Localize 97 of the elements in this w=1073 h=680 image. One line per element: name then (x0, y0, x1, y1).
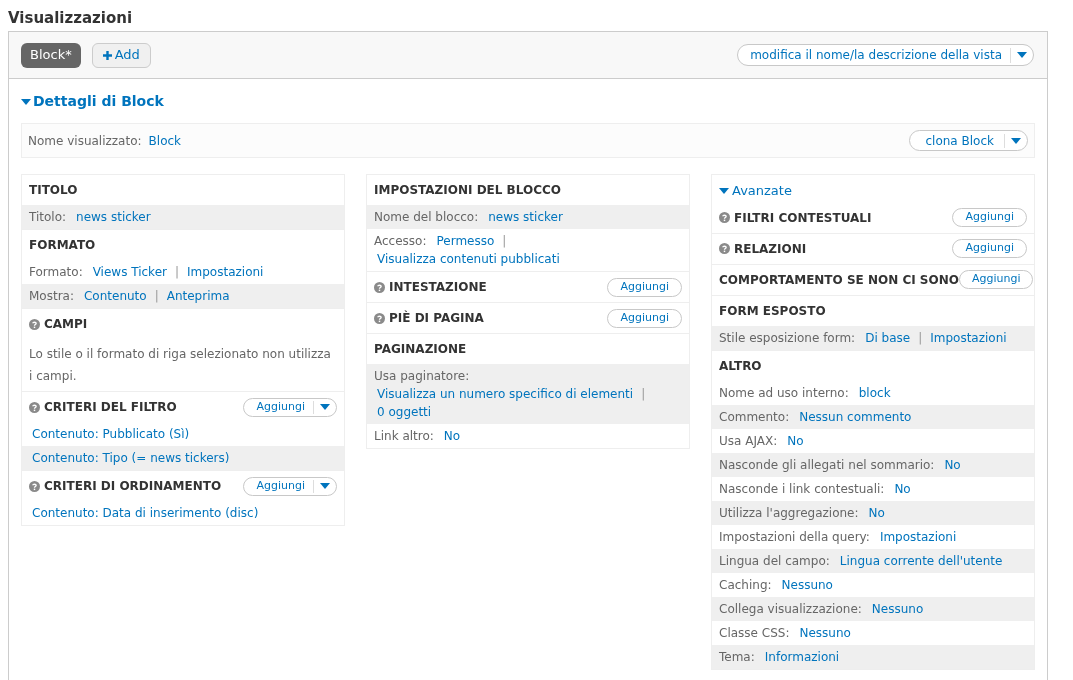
caret-icon (320, 483, 330, 489)
setting-label: Lingua del campo: (719, 552, 830, 570)
details-toggle[interactable]: Dettagli di Block (21, 91, 164, 112)
help-icon (29, 318, 40, 330)
advanced-toggle[interactable]: Avanzate (719, 181, 1027, 201)
caret-icon (320, 404, 330, 410)
setting-link[interactable]: Permesso (436, 232, 495, 250)
setting-link[interactable]: Contenuto (84, 287, 147, 305)
setting-link[interactable]: No (787, 431, 804, 450)
setting-link[interactable]: No (944, 455, 961, 474)
section-title: PAGINAZIONE (374, 341, 467, 358)
setting-link[interactable]: Nessun commento (799, 407, 912, 426)
setting-link[interactable]: 0 oggetti (377, 403, 432, 421)
setting-link[interactable]: Anteprima (166, 287, 230, 305)
setting-link[interactable]: No (443, 427, 461, 445)
setting-label: Nasconde i link contestuali: (719, 480, 885, 498)
setting-label: Impostazioni della query: (719, 528, 870, 546)
plus-icon (102, 50, 112, 60)
add-display-button[interactable]: Add (91, 42, 151, 68)
setting-link[interactable]: No (868, 503, 885, 522)
setting-label: Classe CSS: (719, 624, 790, 642)
setting-link[interactable]: Nessuno (871, 599, 924, 618)
aggiungi-button[interactable]: Aggiungi (952, 239, 1027, 258)
setting-link[interactable]: Impostazioni (930, 328, 1007, 347)
setting-link[interactable]: Nessuno (781, 575, 833, 594)
help-icon (374, 312, 385, 324)
display-name-link[interactable]: Block (148, 131, 182, 150)
help-icon (719, 212, 730, 223)
setting-link[interactable]: Views Ticker (92, 263, 167, 281)
separator: | (641, 386, 646, 403)
section-title: COMPORTAMENTO SE NON CI SONO (719, 271, 959, 289)
setting-link[interactable]: Lingua corrente dell'utente (839, 551, 1003, 570)
setting-link[interactable]: Contenuto: Data di inserimento (disc) (32, 504, 259, 522)
section-title: RELAZIONI (734, 240, 807, 258)
section-title: INTESTAZIONE (389, 279, 487, 296)
section-title: TITOLO (29, 182, 78, 199)
separator: | (502, 233, 507, 250)
setting-link[interactable]: news sticker (488, 208, 563, 226)
page-title: Visualizzazioni (8, 8, 134, 28)
setting-link[interactable]: Contenuto: Pubblicato (Sì) (32, 425, 190, 443)
setting-label: Link altro: (374, 428, 434, 445)
setting-label: Titolo: (29, 209, 67, 226)
setting-label: Tema: (719, 648, 755, 666)
separator: | (918, 329, 923, 347)
setting-label: Usa paginatore: (374, 368, 470, 385)
help-icon (374, 281, 385, 293)
section-title: FILTRI CONTESTUALI (734, 209, 872, 227)
setting-link[interactable]: Nessuno (799, 623, 851, 642)
caret-icon (21, 98, 31, 105)
setting-label: Collega visualizzazione: (719, 600, 862, 618)
caret-icon (719, 187, 729, 194)
setting-label: Caching: (719, 576, 772, 594)
setting-link[interactable]: Di base (865, 328, 911, 347)
aggiungi-dropdown-button[interactable]: Aggiungi (243, 397, 337, 417)
section-title: PIÈ DI PAGINA (389, 309, 484, 327)
display-name-label: Nome visualizzato: (28, 132, 142, 150)
aggiungi-dropdown-button[interactable]: Aggiungi (243, 476, 337, 496)
aggiungi-button[interactable]: Aggiungi (958, 270, 1034, 289)
section-title: ALTRO (719, 357, 762, 375)
setting-link[interactable]: No (894, 479, 911, 498)
setting-label: Accesso: (374, 233, 427, 250)
section-title: FORMATO (29, 237, 96, 254)
clone-dropdown-button[interactable]: clona Block (909, 130, 1028, 151)
help-icon (719, 243, 730, 254)
edit-view-dropdown-button[interactable]: modifica il nome/la descrizione della vista (737, 44, 1034, 66)
section-title: CRITERI DEL FILTRO (44, 399, 177, 416)
aggiungi-button[interactable]: Aggiungi (952, 208, 1027, 227)
caret-icon (1017, 52, 1027, 58)
separator: | (154, 288, 159, 305)
setting-link[interactable]: Informazioni (764, 647, 840, 666)
setting-label: Utilizza l'aggregazione: (719, 504, 859, 522)
setting-label: Stile esposizione form: (719, 329, 856, 347)
section-title: IMPOSTAZIONI DEL BLOCCO (374, 182, 561, 199)
display-tab[interactable]: Block* (21, 42, 81, 68)
setting-link[interactable]: Visualizza contenuti pubblicati (377, 250, 560, 268)
setting-label: Nome ad uso interno: (719, 384, 849, 402)
setting-link[interactable]: Impostazioni (187, 263, 264, 281)
setting-label: Nasconde gli allegati nel sommario: (719, 456, 935, 474)
caret-icon (1011, 137, 1021, 144)
setting-label: Mostra: (29, 288, 74, 305)
aggiungi-button[interactable]: Aggiungi (607, 308, 682, 328)
separator: | (174, 264, 179, 281)
help-icon (29, 401, 40, 413)
setting-label: Formato: (29, 264, 83, 281)
section-title: CAMPI (44, 316, 88, 333)
empty-notice: Lo stile o il formato di riga selezionato non utilizza i campi. (29, 347, 331, 383)
setting-label: Commento: (719, 408, 790, 426)
setting-link[interactable]: news sticker (76, 208, 151, 226)
setting-link[interactable]: block (858, 383, 891, 402)
section-title: CRITERI DI ORDINAMENTO (44, 478, 222, 495)
setting-label: Usa AJAX: (719, 432, 778, 450)
aggiungi-button[interactable]: Aggiungi (607, 277, 682, 297)
help-icon (29, 480, 40, 492)
setting-link[interactable]: Impostazioni (879, 527, 957, 546)
setting-label: Nome del blocco: (374, 209, 479, 226)
setting-link[interactable]: Visualizza un numero specifico di elementi (377, 385, 634, 403)
section-title: FORM ESPOSTO (719, 302, 826, 320)
